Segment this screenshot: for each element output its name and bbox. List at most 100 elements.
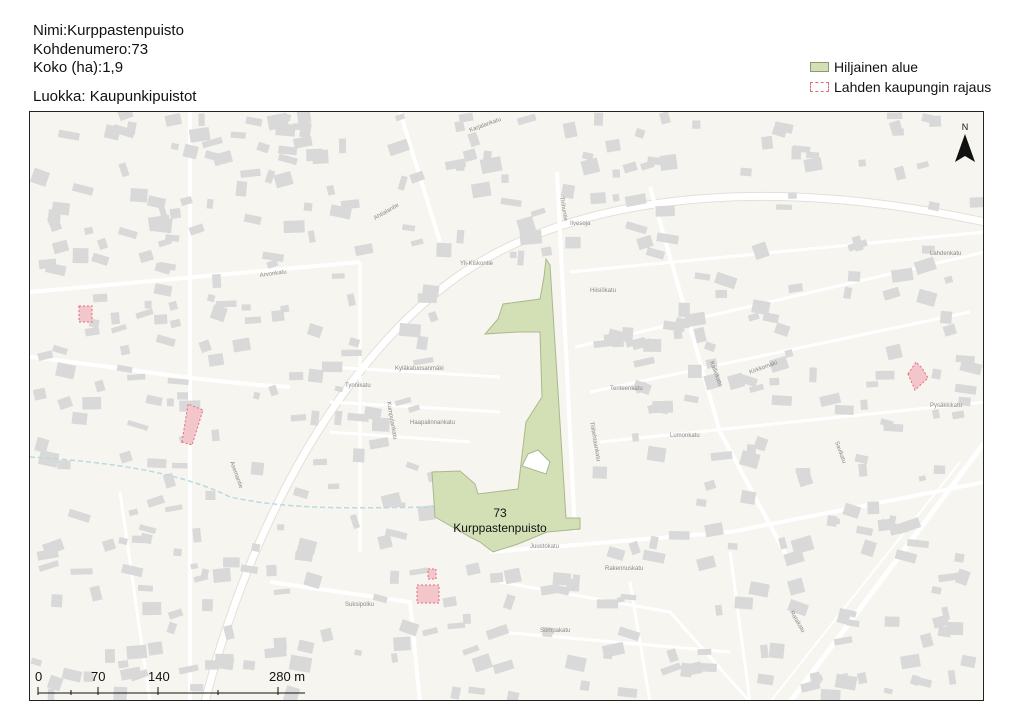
building bbox=[206, 293, 216, 303]
street-label: Ahtialantie bbox=[373, 202, 401, 222]
building bbox=[503, 567, 522, 585]
building bbox=[306, 148, 324, 162]
building bbox=[155, 334, 176, 347]
building bbox=[192, 527, 202, 543]
building bbox=[769, 377, 780, 386]
building bbox=[297, 639, 315, 654]
building bbox=[890, 267, 914, 283]
street-label: Kyläkatuosanmäki bbox=[395, 366, 444, 372]
building bbox=[205, 660, 220, 670]
building bbox=[882, 286, 901, 301]
building bbox=[368, 437, 390, 450]
building bbox=[606, 545, 626, 562]
building bbox=[913, 256, 937, 275]
building bbox=[57, 129, 80, 141]
building bbox=[138, 249, 154, 264]
building bbox=[877, 518, 894, 532]
building bbox=[321, 361, 343, 373]
building bbox=[601, 641, 626, 658]
building bbox=[855, 525, 874, 537]
building bbox=[489, 572, 504, 583]
street-label: Haapalinnankatu bbox=[410, 420, 455, 426]
building bbox=[67, 508, 91, 523]
building bbox=[147, 458, 167, 469]
building bbox=[147, 214, 171, 232]
building bbox=[590, 192, 607, 205]
street-label: Tenteenkatu bbox=[610, 386, 643, 392]
building bbox=[352, 448, 365, 463]
building bbox=[173, 548, 182, 557]
street-label: Hiisiökatu bbox=[590, 288, 616, 294]
building bbox=[820, 689, 841, 700]
building bbox=[915, 676, 933, 688]
city-boundary-swatch bbox=[810, 82, 829, 92]
building bbox=[256, 141, 271, 154]
building bbox=[485, 623, 510, 641]
building bbox=[422, 627, 439, 637]
building bbox=[413, 357, 434, 366]
building bbox=[612, 193, 620, 202]
building bbox=[596, 599, 619, 609]
building bbox=[393, 636, 411, 652]
building bbox=[867, 501, 880, 515]
legend-label-quiet-area: Hiljainen alue bbox=[834, 59, 919, 75]
building bbox=[405, 461, 420, 472]
building bbox=[778, 536, 788, 550]
street-label: Ilvesoja bbox=[570, 221, 591, 227]
building bbox=[954, 553, 965, 563]
scale-tick-0: 0 bbox=[35, 669, 43, 684]
building bbox=[354, 649, 363, 656]
building bbox=[668, 531, 690, 540]
building bbox=[119, 450, 133, 464]
building bbox=[117, 112, 134, 122]
building bbox=[566, 578, 580, 592]
map-canvas[interactable]: KarjalankatuAhtialantie TirihuntieIlvesoj… bbox=[30, 112, 984, 701]
building bbox=[38, 560, 60, 572]
building bbox=[450, 686, 462, 700]
building bbox=[906, 538, 930, 549]
building bbox=[251, 543, 261, 553]
building bbox=[266, 259, 279, 269]
legend: Hiljainen alue Lahden kaupungin rajaus bbox=[810, 57, 991, 97]
building bbox=[126, 644, 148, 660]
building bbox=[264, 646, 287, 659]
north-arrow: N bbox=[955, 122, 975, 162]
building bbox=[128, 508, 139, 517]
building bbox=[634, 127, 646, 139]
building bbox=[307, 368, 324, 384]
building bbox=[843, 286, 853, 300]
building bbox=[235, 180, 248, 197]
building bbox=[458, 112, 474, 123]
building bbox=[91, 252, 110, 266]
building bbox=[389, 570, 400, 585]
building bbox=[819, 392, 842, 407]
building bbox=[82, 396, 102, 410]
map-frame[interactable]: Karjalankatu Ahtialantie Tirihuntie Ilvesoj… bbox=[29, 111, 984, 701]
building bbox=[326, 184, 336, 196]
building bbox=[858, 463, 868, 477]
building bbox=[562, 121, 578, 139]
building bbox=[580, 157, 601, 176]
building bbox=[492, 659, 515, 675]
map-info: Nimi:Kurppastenpuisto Kohdenumero:73 Kok… bbox=[33, 22, 196, 106]
building bbox=[390, 653, 399, 663]
legend-label-city-boundary: Lahden kaupungin rajaus bbox=[834, 79, 992, 95]
building bbox=[951, 410, 965, 420]
building bbox=[70, 568, 93, 575]
building bbox=[168, 300, 179, 311]
building bbox=[919, 632, 934, 649]
building bbox=[127, 373, 146, 381]
building bbox=[230, 131, 246, 139]
building bbox=[52, 344, 68, 356]
building bbox=[130, 188, 148, 203]
building bbox=[942, 323, 958, 337]
building bbox=[165, 234, 180, 242]
building bbox=[101, 538, 117, 552]
building bbox=[280, 304, 290, 313]
building bbox=[944, 275, 954, 284]
building bbox=[625, 221, 648, 235]
building bbox=[242, 660, 256, 671]
building bbox=[245, 116, 263, 127]
building bbox=[30, 657, 43, 667]
building bbox=[900, 653, 921, 670]
